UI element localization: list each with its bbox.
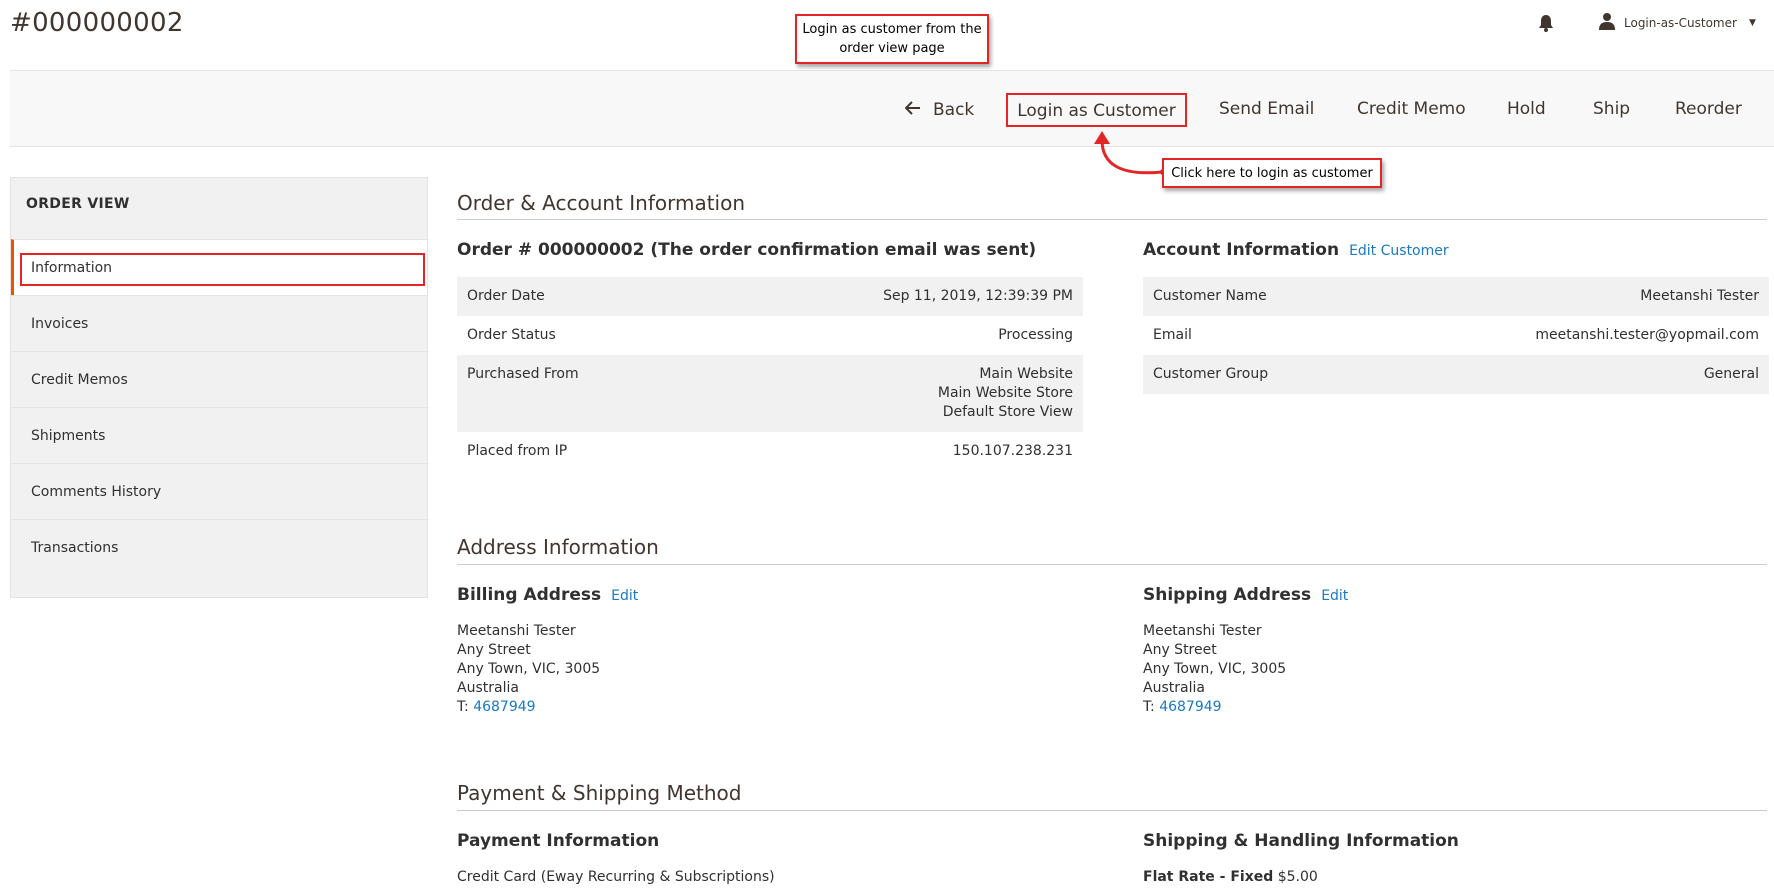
information-highlight-box [20,253,425,286]
edit-billing-address-link[interactable]: Edit [611,588,638,604]
send-email-button[interactable]: Send Email [1219,93,1314,127]
purchased-from-value: Main Website Main Website Store Default … [938,365,1073,422]
shipping-price: $5.00 [1277,869,1318,885]
back-label: Back [933,100,975,120]
callout-arrow-icon [1090,128,1170,178]
store-view-name: Default Store View [942,404,1073,420]
section-divider [457,564,1767,565]
placed-from-ip-value: 150.107.238.231 [952,443,1073,459]
shipping-phone-link[interactable]: 4687949 [1159,699,1221,715]
account-info-label: Account Information [1143,240,1340,260]
page-title: #000000002 [10,8,184,38]
edit-customer-link[interactable]: Edit Customer [1349,243,1449,259]
sidebar-item-label: Shipments [31,428,106,444]
sidebar-item-comments-history[interactable]: Comments History [11,463,427,519]
order-date-label: Order Date [467,288,545,304]
reorder-button[interactable]: Reorder [1675,93,1742,127]
table-row: Purchased From Main Website Main Website… [457,355,1083,432]
shipping-address-title: Shipping Address Edit [1143,585,1348,605]
shipping-street: Any Street [1143,642,1217,658]
table-row: Order Status Processing [457,316,1083,355]
customer-name-label: Customer Name [1153,288,1267,304]
credit-memo-button[interactable]: Credit Memo [1357,93,1466,127]
order-account-section-title: Order & Account Information [457,191,746,215]
table-row: Email meetanshi.tester@yopmail.com [1143,316,1769,355]
order-status-value: Processing [998,327,1073,343]
store-name: Main Website Store [937,385,1073,401]
arrow-left-icon [904,94,921,126]
sidebar-item-transactions[interactable]: Transactions [11,519,427,575]
account-info-table: Customer Name Meetanshi Tester Email mee… [1143,277,1769,394]
back-button[interactable]: Back [904,93,975,127]
website-name: Main Website [979,366,1073,382]
billing-address-label: Billing Address [457,585,602,605]
billing-phone: T: 4687949 [457,698,600,717]
table-row: Order Date Sep 11, 2019, 12:39:39 PM [457,277,1083,316]
order-title: Order # 000000002 (The order confirmatio… [457,240,1037,260]
purchased-from-label: Purchased From [467,366,579,382]
shipping-method-name: Flat Rate - Fixed [1143,869,1274,885]
edit-shipping-address-link[interactable]: Edit [1321,588,1348,604]
sidebar-title: ORDER VIEW [26,196,130,212]
customer-name-link[interactable]: Meetanshi Tester [1640,287,1759,306]
email-label: Email [1153,327,1192,343]
user-menu[interactable]: Login-as-Customer ▼ [1598,12,1756,33]
billing-address: Meetanshi Tester Any Street Any Town, VI… [457,622,600,717]
shipping-name: Meetanshi Tester [1143,623,1262,639]
customer-group-label: Customer Group [1153,366,1269,382]
payment-method: Credit Card (Eway Recurring & Subscripti… [457,869,775,885]
shipping-handling-title: Shipping & Handling Information [1143,831,1459,851]
customer-group-value: General [1703,366,1759,382]
sidebar-item-label: Transactions [31,540,119,556]
shipping-address: Meetanshi Tester Any Street Any Town, VI… [1143,622,1286,717]
billing-phone-link[interactable]: 4687949 [473,699,535,715]
payment-shipping-section-title: Payment & Shipping Method [457,781,742,805]
shipping-country: Australia [1143,680,1205,696]
sidebar-item-label: Comments History [31,484,162,500]
user-name: Login-as-Customer [1624,15,1737,30]
section-divider [457,219,1767,220]
payment-info-title: Payment Information [457,831,660,851]
page-actions-toolbar: Back Login as Customer Send Email Credit… [10,70,1774,147]
shipping-method: Flat Rate - Fixed $5.00 [1143,868,1318,887]
sidebar-item-label: Credit Memos [31,372,128,388]
billing-street: Any Street [457,642,531,658]
phone-prefix: T: [1143,699,1155,715]
order-status-label: Order Status [467,327,556,343]
table-row: Customer Name Meetanshi Tester [1143,277,1769,316]
billing-name: Meetanshi Tester [457,623,576,639]
caret-down-icon: ▼ [1748,17,1756,28]
email-link[interactable]: meetanshi.tester@yopmail.com [1535,326,1759,345]
address-section-title: Address Information [457,535,659,559]
billing-country: Australia [457,680,519,696]
order-date-value: Sep 11, 2019, 12:39:39 PM [883,288,1073,304]
bell-icon[interactable] [1538,14,1554,32]
table-row: Customer Group General [1143,355,1769,394]
ship-button[interactable]: Ship [1593,93,1630,127]
callout-login-from-order-view: Login as customer from the order view pa… [795,14,989,64]
sidebar-item-credit-memos[interactable]: Credit Memos [11,351,427,407]
sidebar-item-invoices[interactable]: Invoices [11,295,427,351]
placed-from-ip-label: Placed from IP [467,443,568,459]
account-info-title: Account Information Edit Customer [1143,240,1449,260]
sidebar-item-shipments[interactable]: Shipments [11,407,427,463]
section-divider [457,810,1767,811]
login-as-customer-button[interactable]: Login as Customer [1006,93,1187,127]
phone-prefix: T: [457,699,469,715]
table-row: Placed from IP 150.107.238.231 [457,432,1083,471]
billing-city: Any Town, VIC, 3005 [457,661,601,677]
billing-address-title: Billing Address Edit [457,585,638,605]
shipping-phone: T: 4687949 [1143,698,1286,717]
order-view-sidebar: ORDER VIEW Information Invoices Credit M… [10,177,428,598]
user-icon [1598,12,1616,33]
hold-button[interactable]: Hold [1507,93,1546,127]
order-info-table: Order Date Sep 11, 2019, 12:39:39 PM Ord… [457,277,1083,471]
callout-click-to-login: Click here to login as customer [1162,158,1382,188]
shipping-city: Any Town, VIC, 3005 [1143,661,1287,677]
sidebar-item-label: Invoices [31,316,89,332]
shipping-address-label: Shipping Address [1143,585,1312,605]
